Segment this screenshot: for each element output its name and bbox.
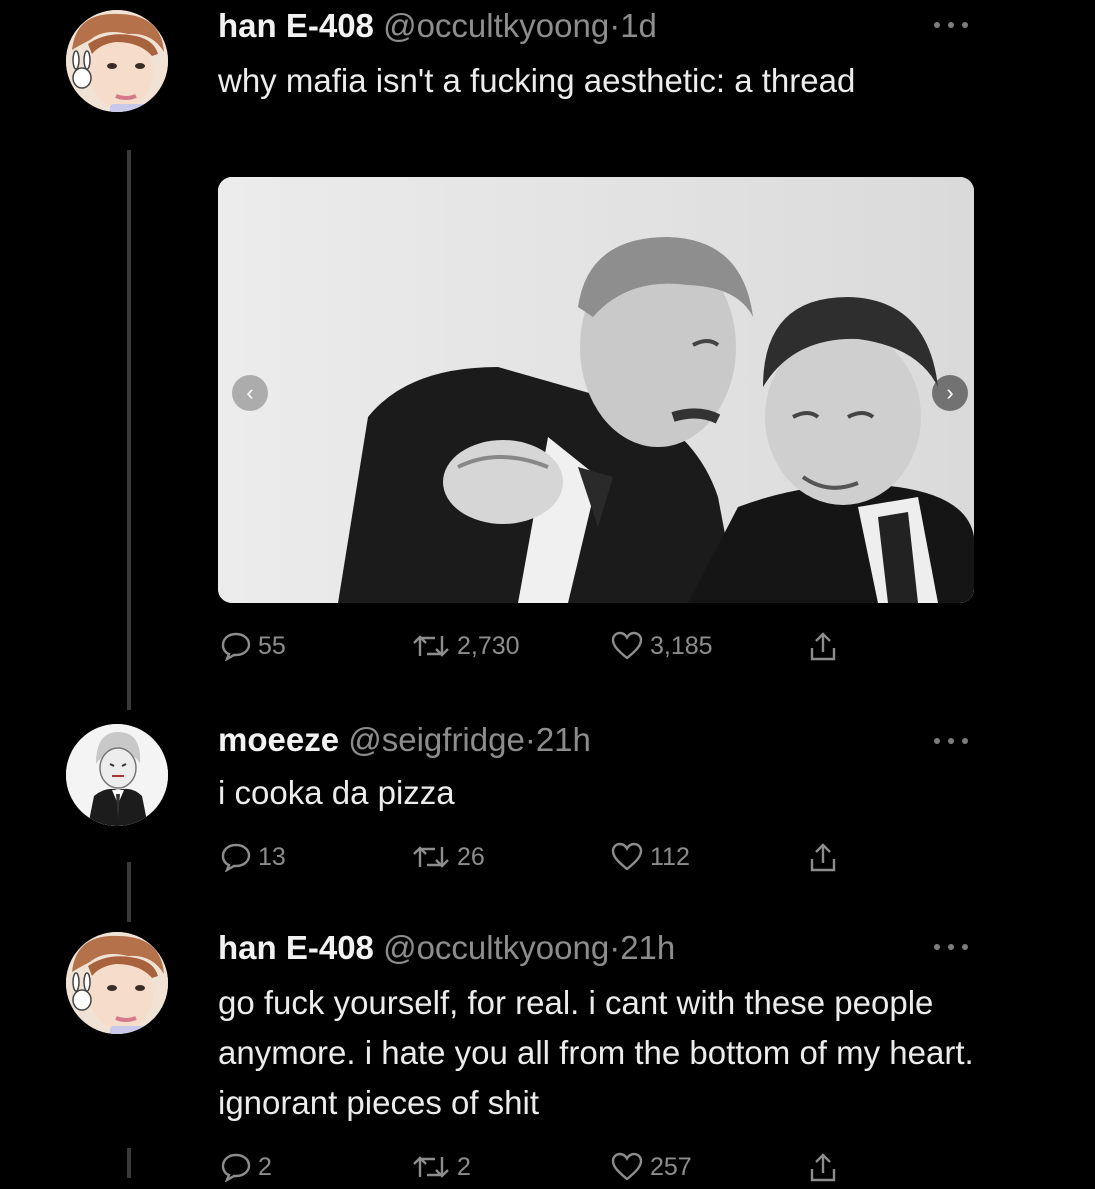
reply-count: 2 xyxy=(258,1152,272,1181)
profile-photo-icon xyxy=(66,932,168,1034)
heart-icon xyxy=(611,842,643,871)
reply-icon xyxy=(221,1153,251,1182)
tweet-header: han E-408 @occultkyoong·1d xyxy=(218,6,657,46)
like-button[interactable]: 257 xyxy=(610,1150,692,1184)
reply-button[interactable]: 2 xyxy=(220,1150,272,1184)
tweet[interactable]: moeeze @seigfridge·21h i cooka da pizza … xyxy=(0,708,1095,898)
timestamp[interactable]: 1d xyxy=(620,7,657,44)
like-count: 112 xyxy=(650,842,690,871)
heart-icon xyxy=(611,1152,643,1181)
tweet-header: moeeze @seigfridge·21h xyxy=(218,720,591,760)
heart-icon xyxy=(611,631,643,660)
reply-count: 55 xyxy=(258,631,286,660)
separator-dot: · xyxy=(609,7,621,44)
separator-dot: · xyxy=(524,721,536,758)
anime-character-icon xyxy=(66,724,168,826)
more-options-icon[interactable] xyxy=(934,940,968,954)
retweet-button[interactable]: 2,730 xyxy=(411,629,520,663)
timestamp[interactable]: 21h xyxy=(536,721,591,758)
avatar[interactable] xyxy=(66,724,168,826)
separator-dot: · xyxy=(609,929,621,966)
chevron-left-icon[interactable]: ‹ xyxy=(232,375,268,411)
share-icon xyxy=(810,632,836,661)
retweet-count: 2 xyxy=(457,1152,471,1181)
media-photo xyxy=(218,177,974,603)
like-button[interactable]: 3,185 xyxy=(610,629,713,663)
reply-button[interactable]: 13 xyxy=(220,840,286,874)
share-button[interactable] xyxy=(808,840,838,874)
tweet[interactable]: han E-408 @occultkyoong·21h go fuck your… xyxy=(0,922,1095,1189)
tweet[interactable]: han E-408 @occultkyoong·1d why mafia isn… xyxy=(0,0,1095,680)
avatar[interactable] xyxy=(66,10,168,112)
reply-button[interactable]: 55 xyxy=(220,629,286,663)
tweet-text: go fuck yourself, for real. i cant with … xyxy=(218,984,974,1121)
display-name[interactable]: han E-408 xyxy=(218,7,374,44)
retweet-icon xyxy=(413,1156,449,1178)
retweet-button[interactable]: 26 xyxy=(411,840,485,874)
user-handle[interactable]: @seigfridge xyxy=(348,721,525,758)
avatar[interactable] xyxy=(66,932,168,1034)
profile-photo-icon xyxy=(66,10,168,112)
tweet-text: why mafia isn't a fucking aesthetic: a t… xyxy=(218,62,856,99)
retweet-button[interactable]: 2 xyxy=(411,1150,471,1184)
display-name[interactable]: han E-408 xyxy=(218,929,374,966)
more-options-icon[interactable] xyxy=(934,18,968,32)
retweet-icon xyxy=(413,846,449,868)
retweet-count: 2,730 xyxy=(457,631,520,660)
tweet-actions: 2 2 257 xyxy=(218,1150,858,1184)
tweet-media[interactable]: ‹ › xyxy=(218,177,974,603)
user-handle[interactable]: @occultkyoong xyxy=(383,7,609,44)
retweet-count: 26 xyxy=(457,842,485,871)
share-button[interactable] xyxy=(808,629,838,663)
tweet-header: han E-408 @occultkyoong·21h xyxy=(218,928,675,968)
timestamp[interactable]: 21h xyxy=(620,929,675,966)
share-icon xyxy=(810,843,836,872)
share-button[interactable] xyxy=(808,1150,838,1184)
retweet-icon xyxy=(413,635,449,657)
like-button[interactable]: 112 xyxy=(610,840,690,874)
share-icon xyxy=(810,1153,836,1182)
more-options-icon[interactable] xyxy=(934,734,968,748)
chevron-right-icon[interactable]: › xyxy=(932,375,968,411)
user-handle[interactable]: @occultkyoong xyxy=(383,929,609,966)
display-name[interactable]: moeeze xyxy=(218,721,339,758)
reply-icon xyxy=(221,843,251,872)
reply-icon xyxy=(221,632,251,661)
reply-count: 13 xyxy=(258,842,286,871)
tweet-text: i cooka da pizza xyxy=(218,774,455,811)
tweet-actions: 13 26 112 xyxy=(218,840,858,874)
like-count: 3,185 xyxy=(650,631,713,660)
tweet-actions: 55 2,730 3,185 xyxy=(218,629,858,663)
like-count: 257 xyxy=(650,1152,692,1181)
